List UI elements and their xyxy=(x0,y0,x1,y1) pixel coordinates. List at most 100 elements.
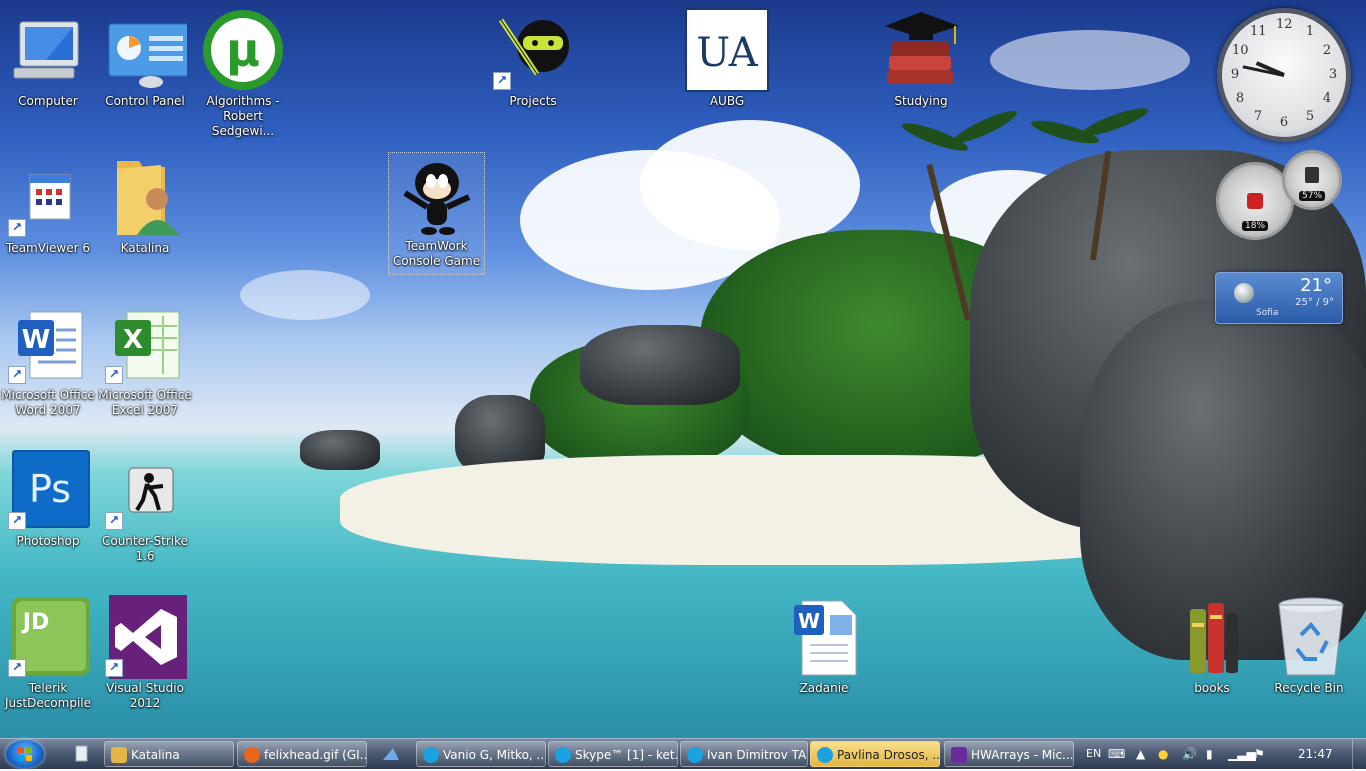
taskbar-button-skype-main[interactable]: Skype™ [1] - ket... xyxy=(548,741,678,767)
desktop-icon-word-2007[interactable]: W ↗ Microsoft Office Word 2007 xyxy=(0,302,96,418)
show-hidden-icons-arrow-icon[interactable]: ▲ xyxy=(1136,739,1145,769)
folder-icon xyxy=(111,747,127,763)
icon-label: AUBG xyxy=(709,94,745,108)
quicklaunch-app[interactable] xyxy=(380,743,402,765)
taskbar-button-label: Pavlina Drosos, ... xyxy=(837,748,940,762)
desktop-icon-computer[interactable]: Computer xyxy=(0,8,96,109)
books-icon xyxy=(1170,595,1254,679)
weather-temperature: 21° xyxy=(1300,275,1332,296)
wallpaper-palm xyxy=(1079,103,1151,141)
aubg-glyph: UA xyxy=(696,30,758,76)
excel-icon: X ↗ xyxy=(103,302,187,386)
taskbar-button-visual-studio[interactable]: HWArrays - Mic... xyxy=(944,741,1074,767)
skype-icon xyxy=(555,747,571,763)
clock-number: 11 xyxy=(1250,24,1267,39)
wallpaper-cloud xyxy=(240,270,370,320)
shortcut-arrow-icon: ↗ xyxy=(105,659,123,677)
icon-label: Microsoft Office Excel 2007 xyxy=(98,388,192,417)
clock-number: 5 xyxy=(1305,109,1315,124)
icon-label: Katalina xyxy=(120,241,170,255)
clock-number: 12 xyxy=(1276,17,1293,32)
ninja-icon: ↗ xyxy=(491,8,575,92)
wallpaper-rock xyxy=(300,430,380,470)
desktop-icon-teamviewer[interactable]: ↗ TeamViewer 6 xyxy=(0,155,96,256)
desktop-icon-visual-studio-2012[interactable]: ↗ Visual Studio 2012 xyxy=(97,595,195,711)
windows-logo-icon xyxy=(18,747,32,761)
taskbar-button-label: Skype™ [1] - ket... xyxy=(575,748,678,762)
show-desktop-button[interactable] xyxy=(1352,739,1366,769)
notification-app-icon[interactable]: ● xyxy=(1158,739,1168,769)
app-shortcut-icon xyxy=(383,748,399,760)
icon-label: Algorithms - Robert Sedgewi... xyxy=(206,94,280,138)
desktop-icon-control-panel[interactable]: Control Panel xyxy=(97,8,193,109)
shortcut-arrow-icon: ↗ xyxy=(8,219,26,237)
icon-label: Recycle Bin xyxy=(1274,681,1344,695)
clock-gadget[interactable]: 12 1 2 3 4 5 6 7 8 9 10 11 xyxy=(1217,8,1351,142)
clock-number: 2 xyxy=(1322,43,1332,58)
keyboard-icon[interactable]: ⌨ xyxy=(1108,739,1125,769)
desktop-icon-photoshop[interactable]: Ps ↗ Photoshop xyxy=(0,448,96,549)
taskbar-button-label: HWArrays - Mic... xyxy=(971,748,1074,762)
language-indicator[interactable]: EN xyxy=(1086,739,1101,769)
clock-number: 8 xyxy=(1235,91,1245,106)
skype-icon xyxy=(817,747,833,763)
wallpaper-cloud xyxy=(990,30,1190,90)
taskbar: Katalina felixhead.gif (GI... Vanio G, M… xyxy=(0,738,1366,769)
utorrent-glyph: µ xyxy=(226,23,260,77)
taskbar-button-skype-chat-2[interactable]: Ivan Dimitrov TA xyxy=(680,741,808,767)
svg-text:W: W xyxy=(798,609,820,633)
wallpaper-cloud xyxy=(640,120,860,250)
show-desktop-quicklaunch[interactable] xyxy=(70,743,92,765)
network-signal-icon[interactable]: ▁▃▅ xyxy=(1228,739,1256,769)
desktop-icon-aubg[interactable]: UA AUBG xyxy=(679,8,775,109)
taskbar-button-firefox[interactable]: felixhead.gif (GI... xyxy=(237,741,367,767)
moon-icon xyxy=(1234,283,1254,303)
desktop-icon-recycle-bin[interactable]: Recycle Bin xyxy=(1261,595,1357,696)
aubg-logo-icon: UA xyxy=(685,8,769,92)
clock-number: 10 xyxy=(1232,43,1249,58)
desktop-icon-excel-2007[interactable]: X ↗ Microsoft Office Excel 2007 xyxy=(97,302,193,418)
icon-label: Telerik JustDecompile xyxy=(4,681,92,710)
icon-label: Counter-Strike 1.6 xyxy=(101,534,188,563)
justdecompile-glyph: JD xyxy=(21,610,49,635)
photoshop-glyph: Ps xyxy=(29,467,71,511)
power-icon[interactable]: ▮ xyxy=(1206,739,1213,769)
user-folder-icon xyxy=(103,155,187,239)
svg-text:W: W xyxy=(22,325,51,355)
teamviewer-icon: ↗ xyxy=(6,155,90,239)
desktop-icon-projects[interactable]: ↗ Projects xyxy=(485,8,581,109)
memory-percent: 57% xyxy=(1298,191,1326,201)
desktop-icon-justdecompile[interactable]: JD ↗ Telerik JustDecompile xyxy=(0,595,96,711)
taskbar-button-label: Vanio G, Mitko, ... xyxy=(443,748,546,762)
taskbar-button-katalina[interactable]: Katalina xyxy=(104,741,234,767)
icon-label: Computer xyxy=(18,94,78,108)
desktop-icon-studying[interactable]: Studying xyxy=(873,8,969,109)
weather-gadget[interactable]: 21° 25° / 9° Sofia xyxy=(1215,272,1343,324)
shortcut-arrow-icon: ↗ xyxy=(8,659,26,677)
desktop-icon-zadanie[interactable]: W Zadanie xyxy=(776,595,872,696)
icon-label: Projects xyxy=(509,94,557,108)
icon-label: Photoshop xyxy=(16,534,80,548)
clock-number: 7 xyxy=(1253,109,1263,124)
icon-label: Microsoft Office Word 2007 xyxy=(1,388,95,417)
recycle-bin-icon xyxy=(1267,595,1351,679)
cpu-meter-gadget[interactable]: 18% 57% xyxy=(1216,150,1342,240)
desktop-icon-teamwork-console-game[interactable]: TeamWork Console Game xyxy=(388,152,485,275)
taskbar-button-skype-chat-1[interactable]: Vanio G, Mitko, ... xyxy=(416,741,546,767)
icon-label: Zadanie xyxy=(799,681,849,695)
start-button[interactable] xyxy=(6,740,44,768)
svg-text:X: X xyxy=(123,325,143,355)
desktop-icon-counter-strike[interactable]: ↗ Counter-Strike 1.6 xyxy=(97,448,193,564)
shortcut-arrow-icon: ↗ xyxy=(105,366,123,384)
memory-chip-icon xyxy=(1305,167,1319,183)
shortcut-arrow-icon: ↗ xyxy=(493,72,511,90)
action-center-flag-icon[interactable]: ⚑ xyxy=(1254,739,1265,769)
volume-icon[interactable]: 🔊 xyxy=(1182,739,1197,769)
desktop-icon-books[interactable]: books xyxy=(1164,595,1260,696)
shortcut-arrow-icon: ↗ xyxy=(8,512,26,530)
taskbar-button-skype-chat-3[interactable]: Pavlina Drosos, ... xyxy=(810,741,940,767)
photoshop-icon: Ps ↗ xyxy=(6,448,90,532)
clock-time[interactable]: 21:47 xyxy=(1298,739,1333,769)
desktop-icon-katalina[interactable]: Katalina xyxy=(97,155,193,256)
desktop-icon-algorithms[interactable]: µ Algorithms - Robert Sedgewi... xyxy=(195,8,291,139)
